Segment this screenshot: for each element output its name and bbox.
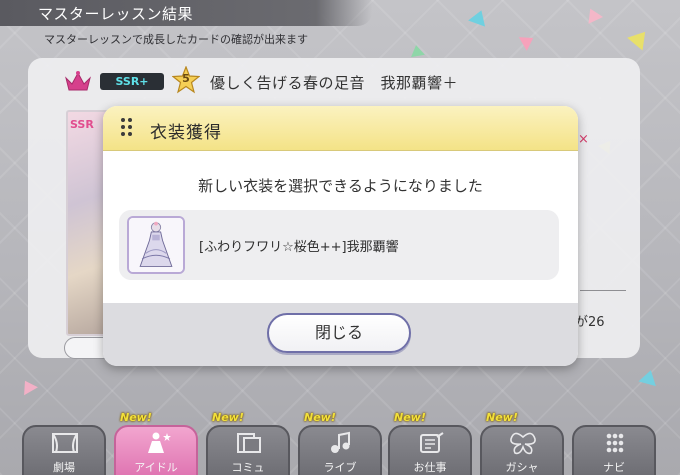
nav-item-live[interactable]: ライブ [298,425,382,475]
star-level-number: 5 [182,72,190,85]
nav-label: 劇場 [53,461,75,474]
header-bar: マスターレッスン結果 [0,0,372,26]
nav-item-idol[interactable]: アイドル [114,425,198,475]
nav-label: お仕事 [413,461,447,474]
dialog-title: 衣装獲得 [150,123,222,143]
close-button[interactable]: 閉じる [267,313,411,353]
nav-label: ナビ [603,461,625,474]
nav-label: コミュ [231,461,265,474]
partial-close-icon: × [578,132,589,147]
nav-item-theater[interactable]: 劇場 [22,425,106,475]
crown-icon [65,71,91,91]
costume-thumbnail [127,216,185,274]
live-music-icon [331,431,350,453]
reward-item: [ふわりフワリ☆桜色++]我那覇響 [119,210,559,280]
navi-grid-icon [606,433,624,453]
dialog-footer: 閉じる [103,303,578,366]
nav-item-navi[interactable]: ナビ [572,425,656,475]
gacha-butterfly-icon [510,432,536,455]
bottom-nav: 劇場 アイドル コミュ ライブ お仕事 ガシャ ナビ New! New! New… [0,405,680,475]
nav-label: ライブ [323,461,357,474]
dialog-header: 衣装獲得 [103,106,578,151]
costume-acquired-dialog: 衣装獲得 新しい衣装を選択できるようになりました [ふわりフワリ☆桜色++]我那… [103,106,578,366]
star-level-badge: 5 [171,65,201,94]
nav-item-work[interactable]: お仕事 [388,425,472,475]
commu-icon [237,433,261,453]
costume-name: [ふわりフワリ☆桜色++]我那覇響 [199,240,399,255]
card-name: 優しく告げる春の足音 我那覇響＋ [210,74,459,92]
page-title: マスターレッスン結果 [38,5,194,23]
dialog-message: 新しい衣装を選択できるようになりました [198,177,483,195]
new-badge: New! [212,411,244,424]
new-badge: New! [394,411,426,424]
nav-item-commu[interactable]: コミュ [206,425,290,475]
nav-label: アイドル [134,461,178,474]
partial-stat-text: が26 [575,315,605,330]
page-subtitle: マスターレッスンで成長したカードの確認が出来ます [44,33,308,46]
dress-icon [129,218,183,272]
card-thumb-rarity: SSR [70,118,94,131]
theater-icon [52,433,78,453]
new-badge: New! [304,411,336,424]
divider [580,290,626,291]
work-icon [420,432,444,453]
nav-label: ガシャ [505,461,539,474]
rarity-badge: SSR+ [100,73,164,90]
new-badge: New! [486,411,518,424]
nav-item-gacha[interactable]: ガシャ [480,425,564,475]
idol-icon [148,432,171,453]
drag-handle-icon [121,118,135,140]
new-badge: New! [120,411,152,424]
